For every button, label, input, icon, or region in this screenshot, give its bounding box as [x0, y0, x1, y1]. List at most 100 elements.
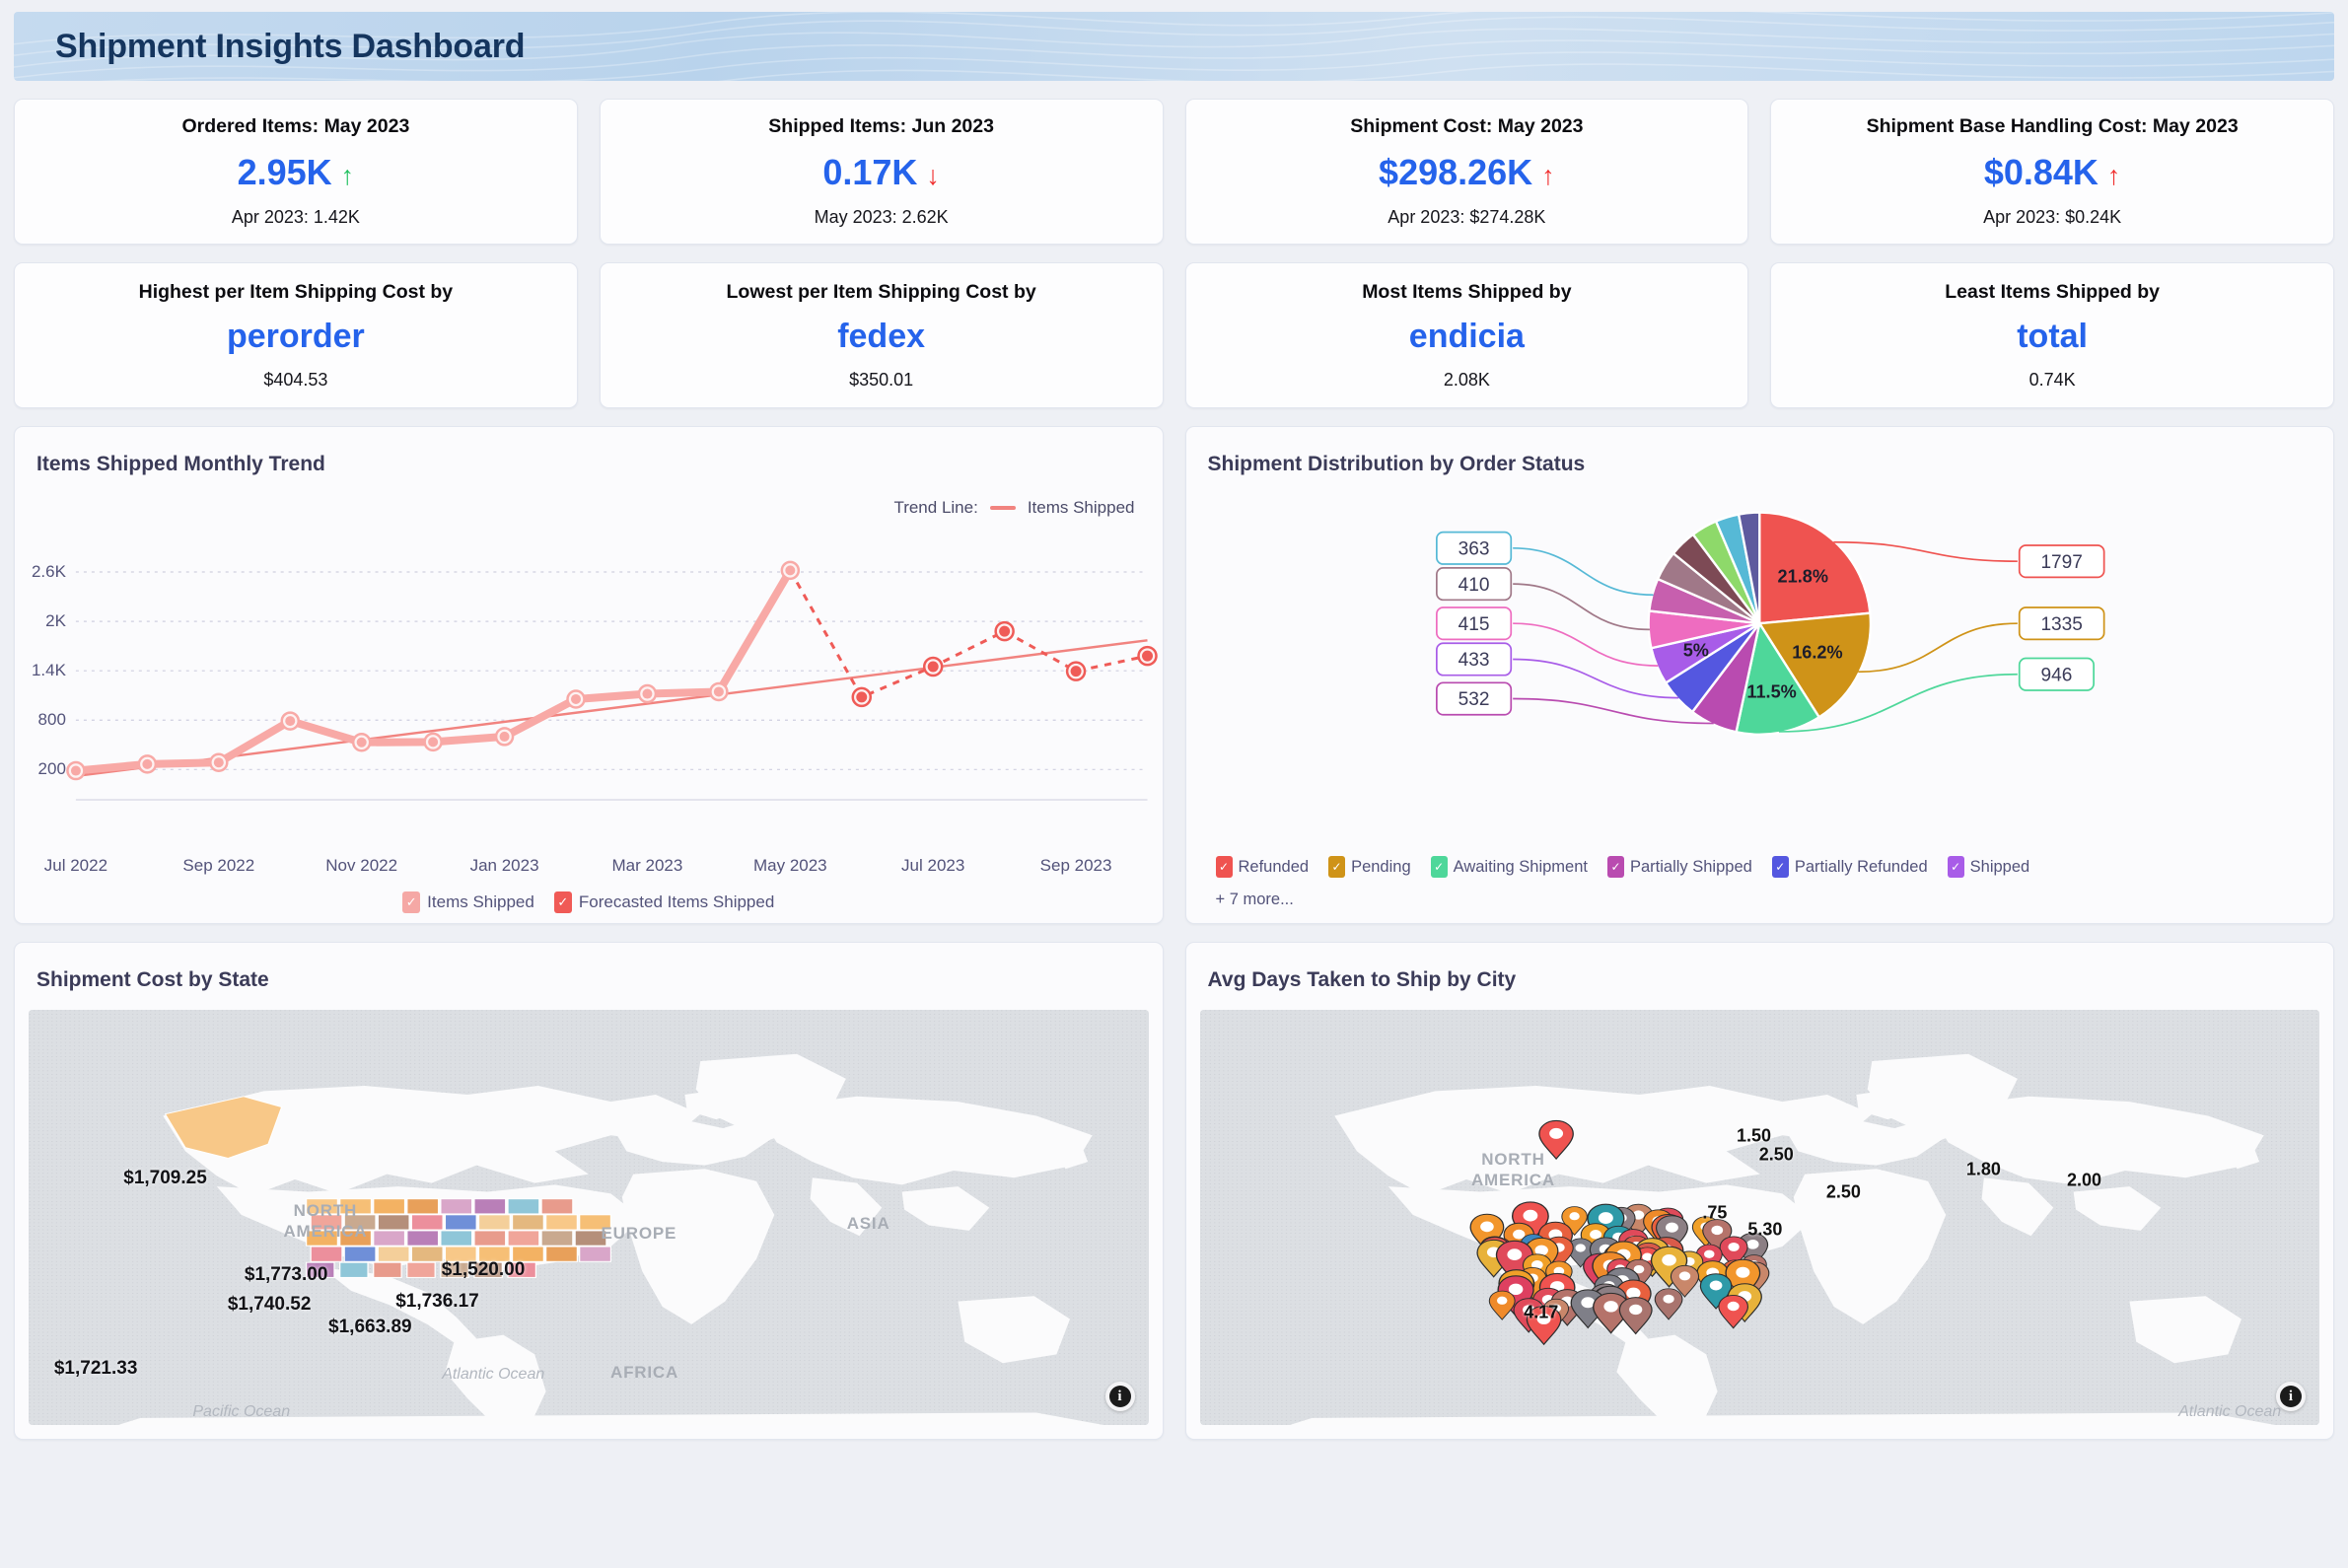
kpi-value: perorder — [227, 318, 365, 356]
line-chart-y-axis: 200 800 1.4K 2K 2.6K — [15, 537, 1163, 833]
kpi-title: Highest per Item Shipping Cost by — [138, 280, 454, 303]
trend-up-arrow-icon: ↑ — [2106, 161, 2121, 190]
line-chart-y-tick: 1.4K — [31, 661, 66, 680]
kpi-title: Lowest per Item Shipping Cost by — [726, 280, 1036, 303]
panel-items-shipped-trend: Items Shipped Monthly Trend Trend Line: … — [14, 426, 1164, 924]
map-ocean-label: Pacific Ocean — [192, 1403, 291, 1421]
dashboard-page: Shipment Insights Dashboard Ordered Item… — [0, 0, 2348, 1568]
line-legend-label: Forecasted Items Shipped — [578, 892, 775, 911]
line-chart-x-axis: Jul 2022 Sep 2022 Nov 2022 Jan 2023 Mar 2023… — [15, 856, 1163, 878]
kpi-title: Shipment Base Handling Cost: May 2023 — [1866, 115, 2239, 137]
kpi-card[interactable]: Most Items Shipped by endicia 2.08K — [1184, 262, 1749, 408]
map-data-label: 4.17 — [1524, 1302, 1559, 1322]
kpi-value: total — [2017, 318, 2088, 356]
map-city-canvas[interactable]: NORTH AMERICA Atlantic Ocean 4.17 1.50 2.50 1.… — [1199, 1010, 2319, 1425]
check-icon[interactable]: ✓ — [1430, 856, 1448, 878]
pie-slice-percent-label: 16.2% — [1792, 643, 1842, 663]
line-legend-label: Items Shipped — [427, 892, 534, 911]
pie-legend-label: Refunded — [1238, 857, 1310, 876]
map-data-label: 1.50 — [1737, 1125, 1772, 1146]
map-data-label: $1,736.17 — [395, 1290, 479, 1312]
panel-title-map-city: Avg Days Taken to Ship by City — [1207, 968, 1517, 991]
line-legend-item[interactable]: ✓ Items Shipped — [402, 891, 534, 913]
map-data-label: $1,663.89 — [328, 1317, 412, 1338]
check-icon[interactable]: ✓ — [402, 891, 421, 913]
pie-legend-item[interactable]: ✓ Pending — [1328, 856, 1411, 878]
kpi-value-text: perorder — [226, 317, 365, 355]
kpi-value: 2.95K ↑ — [238, 152, 355, 193]
map-state-info-button[interactable]: i — [1104, 1382, 1135, 1411]
check-icon[interactable]: ✓ — [1606, 856, 1624, 878]
dashboard-header: Shipment Insights Dashboard — [14, 12, 2334, 81]
kpi-subtitle: 2.08K — [1443, 369, 1490, 390]
line-chart-series-legend: ✓ Items Shipped ✓ Forecasted Items Shipped — [15, 891, 1163, 913]
pie-callout-value: 433 — [1458, 650, 1489, 671]
pie-legend-label: Partially Refunded — [1794, 857, 1928, 876]
kpi-row-secondary: Highest per Item Shipping Cost by perorde… — [14, 262, 2334, 408]
pie-chart-body: 21.8% 16.2% 11.5% 5% 1797 1335 946 363 410 415 433… — [1186, 476, 2334, 923]
pie-legend-label: Awaiting Shipment — [1453, 857, 1588, 876]
pie-slice-percent-label: 11.5% — [1746, 682, 1796, 702]
pie-legend-item[interactable]: ✓ Awaiting Shipment — [1430, 856, 1588, 878]
line-chart-y-tick: 2.6K — [31, 562, 66, 582]
check-icon[interactable]: ✓ — [553, 891, 572, 913]
map-region-label: EUROPE — [601, 1224, 677, 1244]
line-legend-item[interactable]: ✓ Forecasted Items Shipped — [553, 891, 775, 913]
line-chart-x-tick: Nov 2022 — [325, 856, 398, 875]
pie-legend-item[interactable]: ✓ Shipped — [1947, 856, 2029, 878]
kpi-card[interactable]: Least Items Shipped by total 0.74K — [1770, 262, 2334, 408]
pie-legend-item[interactable]: ✓ Partially Refunded — [1771, 856, 1928, 878]
map-data-label: 5.30 — [1747, 1219, 1783, 1240]
map-row: Shipment Cost by State NORTH AMERICA EUROP… — [14, 942, 2334, 1440]
page-title: Shipment Insights Dashboard — [55, 27, 526, 65]
kpi-value: endicia — [1409, 318, 1525, 356]
line-chart-x-tick: Sep 2023 — [1039, 856, 1112, 875]
line-chart-x-tick: Jul 2023 — [901, 856, 965, 875]
map-data-label: .75 — [1702, 1202, 1728, 1223]
map-ocean-label: Atlantic Ocean — [2178, 1403, 2282, 1421]
map-state-canvas[interactable]: NORTH AMERICA EUROPE ASIA AFRICA Atlantic Oce… — [29, 1010, 1149, 1425]
kpi-subtitle: Apr 2023: 1.42K — [231, 207, 360, 227]
pie-callout-value: 415 — [1458, 614, 1489, 635]
map-data-label: $1,740.52 — [227, 1293, 312, 1315]
pie-legend-more-link[interactable]: + 7 more... — [1216, 891, 1294, 909]
panel-title-map-state: Shipment Cost by State — [36, 968, 269, 991]
kpi-card[interactable]: Shipment Cost: May 2023 $298.26K ↑ Apr 2023… — [1184, 99, 1749, 245]
check-icon[interactable]: ✓ — [1215, 856, 1233, 878]
map-region-label: AMERICA — [283, 1222, 368, 1242]
kpi-value: 0.17K ↓ — [822, 152, 940, 193]
pie-slice-percent-label: 21.8% — [1777, 567, 1827, 587]
info-icon: i — [2280, 1386, 2302, 1407]
kpi-card[interactable]: Highest per Item Shipping Cost by perorde… — [14, 262, 578, 408]
kpi-value-text: endicia — [1408, 317, 1525, 355]
line-chart-x-tick: Sep 2022 — [182, 856, 255, 875]
kpi-subtitle: $350.01 — [849, 369, 914, 390]
pie-legend-item[interactable]: ✓ Partially Shipped — [1606, 856, 1752, 878]
check-icon[interactable]: ✓ — [1771, 856, 1789, 878]
kpi-card[interactable]: Shipped Items: Jun 2023 0.17K ↓ May 2023: 2… — [599, 99, 1164, 245]
trend-up-arrow-icon: ↑ — [1541, 161, 1555, 190]
kpi-row-primary: Ordered Items: May 2023 2.95K ↑ Apr 2023: 1… — [14, 99, 2334, 245]
check-icon[interactable]: ✓ — [1328, 856, 1346, 878]
map-city-info-button[interactable]: i — [2276, 1382, 2306, 1411]
kpi-title: Shipment Cost: May 2023 — [1350, 115, 1584, 137]
kpi-value-text: fedex — [837, 317, 926, 355]
kpi-value: fedex — [837, 318, 925, 356]
line-chart-x-tick: Mar 2023 — [611, 856, 683, 875]
pie-chart-legend: ✓ Refunded ✓ Pending ✓ Awaiting Shipment ✓ Part… — [1215, 856, 2314, 878]
chart-row: Items Shipped Monthly Trend Trend Line: … — [14, 426, 2334, 924]
kpi-subtitle: 0.74K — [2028, 369, 2076, 390]
kpi-card[interactable]: Lowest per Item Shipping Cost by fedex $35… — [599, 262, 1164, 408]
check-icon[interactable]: ✓ — [1947, 856, 1964, 878]
map-ocean-label: Atlantic Ocean — [442, 1366, 545, 1384]
pie-chart-svg[interactable]: 21.8% 16.2% 11.5% 5% 1797 1335 946 363 410 415 433… — [1186, 482, 2334, 793]
line-chart-x-tick: May 2023 — [752, 856, 827, 875]
pie-slice-percent-label: 5% — [1682, 641, 1708, 661]
pie-callout-value: 1797 — [2040, 552, 2082, 573]
pie-legend-item[interactable]: ✓ Refunded — [1215, 856, 1310, 878]
pie-legend-label: Partially Shipped — [1629, 857, 1752, 876]
kpi-card[interactable]: Shipment Base Handling Cost: May 2023 $0.… — [1770, 99, 2334, 245]
map-data-label: $1,721.33 — [53, 1358, 138, 1380]
map-data-label: $1,709.25 — [123, 1167, 207, 1188]
kpi-card[interactable]: Ordered Items: May 2023 2.95K ↑ Apr 2023: 1… — [14, 99, 578, 245]
